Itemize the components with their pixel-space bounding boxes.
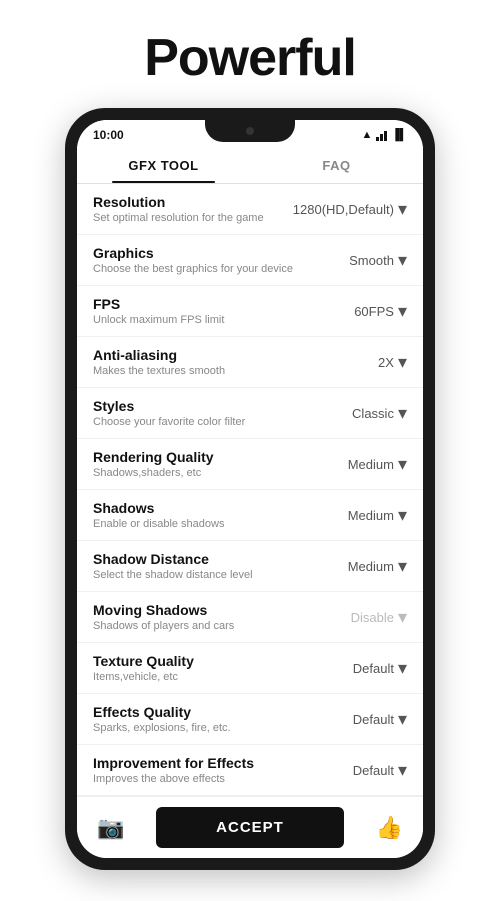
setting-desc-styles: Choose your favorite color filter bbox=[93, 416, 317, 428]
tab-gfx-tool[interactable]: GFX TOOL bbox=[77, 146, 250, 183]
setting-desc-texture-quality: Items,vehicle, etc bbox=[93, 671, 317, 683]
status-bar: 10:00 ▲ ▐▌ bbox=[77, 120, 423, 146]
setting-value-resolution: 1280(HD,Default) bbox=[293, 202, 394, 217]
setting-item-graphics[interactable]: Graphics Choose the best graphics for you… bbox=[77, 235, 423, 286]
setting-value-shadows: Medium bbox=[348, 508, 394, 523]
setting-value-shadow-distance: Medium bbox=[348, 559, 394, 574]
setting-value-texture-quality: Default bbox=[353, 661, 394, 676]
setting-title-texture-quality: Texture Quality bbox=[93, 653, 317, 669]
setting-title-styles: Styles bbox=[93, 398, 317, 414]
setting-desc-improvement-effects: Improves the above effects bbox=[93, 773, 317, 785]
setting-item-styles[interactable]: Styles Choose your favorite color filter C… bbox=[77, 388, 423, 439]
instagram-icon[interactable]: 📷 bbox=[97, 815, 124, 841]
setting-title-shadow-distance: Shadow Distance bbox=[93, 551, 317, 567]
notch bbox=[205, 120, 295, 142]
setting-desc-moving-shadows: Shadows of players and cars bbox=[93, 620, 317, 632]
phone-screen: 10:00 ▲ ▐▌ GFX TOOL FAQ bbox=[77, 120, 423, 858]
dropdown-arrow-moving-shadows[interactable]: ▾ bbox=[398, 607, 407, 628]
setting-title-improvement-effects: Improvement for Effects bbox=[93, 755, 317, 771]
setting-value-improvement-effects: Default bbox=[353, 763, 394, 778]
dropdown-arrow-rendering-quality[interactable]: ▾ bbox=[398, 454, 407, 475]
setting-desc-shadow-distance: Select the shadow distance level bbox=[93, 569, 317, 581]
dropdown-arrow-anti-aliasing[interactable]: ▾ bbox=[398, 352, 407, 373]
status-icons: ▲ ▐▌ bbox=[362, 129, 407, 141]
setting-item-resolution[interactable]: Resolution Set optimal resolution for the… bbox=[77, 184, 423, 235]
setting-item-shadow-distance[interactable]: Shadow Distance Select the shadow distanc… bbox=[77, 541, 423, 592]
setting-desc-fps: Unlock maximum FPS limit bbox=[93, 314, 317, 326]
setting-item-effects-quality[interactable]: Effects Quality Sparks, explosions, fire,… bbox=[77, 694, 423, 745]
setting-value-anti-aliasing: 2X bbox=[378, 355, 394, 370]
setting-item-fps[interactable]: FPS Unlock maximum FPS limit 60FPS ▾ bbox=[77, 286, 423, 337]
setting-desc-shadows: Enable or disable shadows bbox=[93, 518, 317, 530]
setting-value-rendering-quality: Medium bbox=[348, 457, 394, 472]
dropdown-arrow-resolution[interactable]: ▾ bbox=[398, 199, 407, 220]
setting-value-graphics: Smooth bbox=[349, 253, 394, 268]
tab-faq[interactable]: FAQ bbox=[250, 146, 423, 183]
setting-desc-resolution: Set optimal resolution for the game bbox=[93, 212, 293, 224]
setting-item-rendering-quality[interactable]: Rendering Quality Shadows,shaders, etc Med… bbox=[77, 439, 423, 490]
dropdown-arrow-fps[interactable]: ▾ bbox=[398, 301, 407, 322]
dropdown-arrow-graphics[interactable]: ▾ bbox=[398, 250, 407, 271]
status-time: 10:00 bbox=[93, 128, 124, 142]
setting-item-anti-aliasing[interactable]: Anti-aliasing Makes the textures smooth 2X… bbox=[77, 337, 423, 388]
setting-desc-anti-aliasing: Makes the textures smooth bbox=[93, 365, 317, 377]
setting-title-moving-shadows: Moving Shadows bbox=[93, 602, 317, 618]
signal-icon bbox=[376, 129, 387, 141]
phone-shell: 10:00 ▲ ▐▌ GFX TOOL FAQ bbox=[65, 108, 435, 870]
setting-title-effects-quality: Effects Quality bbox=[93, 704, 317, 720]
setting-desc-graphics: Choose the best graphics for your device bbox=[93, 263, 317, 275]
setting-value-moving-shadows: Disable bbox=[351, 610, 394, 625]
settings-list: Resolution Set optimal resolution for the… bbox=[77, 184, 423, 796]
thumbs-up-icon[interactable]: 👍 bbox=[376, 815, 403, 841]
setting-title-anti-aliasing: Anti-aliasing bbox=[93, 347, 317, 363]
dropdown-arrow-texture-quality[interactable]: ▾ bbox=[398, 658, 407, 679]
bottom-bar: 📷 ACCEPT 👍 bbox=[77, 796, 423, 858]
setting-desc-effects-quality: Sparks, explosions, fire, etc. bbox=[93, 722, 317, 734]
setting-title-rendering-quality: Rendering Quality bbox=[93, 449, 317, 465]
setting-item-shadows[interactable]: Shadows Enable or disable shadows Medium ▾ bbox=[77, 490, 423, 541]
setting-title-graphics: Graphics bbox=[93, 245, 317, 261]
dropdown-arrow-effects-quality[interactable]: ▾ bbox=[398, 709, 407, 730]
dropdown-arrow-improvement-effects[interactable]: ▾ bbox=[398, 760, 407, 781]
dropdown-arrow-shadows[interactable]: ▾ bbox=[398, 505, 407, 526]
setting-item-moving-shadows[interactable]: Moving Shadows Shadows of players and car… bbox=[77, 592, 423, 643]
setting-value-styles: Classic bbox=[352, 406, 394, 421]
setting-title-shadows: Shadows bbox=[93, 500, 317, 516]
page-title: Powerful bbox=[144, 28, 356, 88]
setting-item-texture-quality[interactable]: Texture Quality Items,vehicle, etc Default… bbox=[77, 643, 423, 694]
dropdown-arrow-shadow-distance[interactable]: ▾ bbox=[398, 556, 407, 577]
dropdown-arrow-styles[interactable]: ▾ bbox=[398, 403, 407, 424]
battery-icon: ▐▌ bbox=[391, 129, 407, 141]
tabs-bar: GFX TOOL FAQ bbox=[77, 146, 423, 184]
setting-value-fps: 60FPS bbox=[354, 304, 394, 319]
notch-camera bbox=[246, 127, 254, 135]
setting-title-fps: FPS bbox=[93, 296, 317, 312]
wifi-icon: ▲ bbox=[362, 129, 373, 141]
accept-button[interactable]: ACCEPT bbox=[156, 807, 344, 848]
setting-value-effects-quality: Default bbox=[353, 712, 394, 727]
setting-desc-rendering-quality: Shadows,shaders, etc bbox=[93, 467, 317, 479]
setting-item-improvement-effects[interactable]: Improvement for Effects Improves the abov… bbox=[77, 745, 423, 796]
setting-title-resolution: Resolution bbox=[93, 194, 293, 210]
